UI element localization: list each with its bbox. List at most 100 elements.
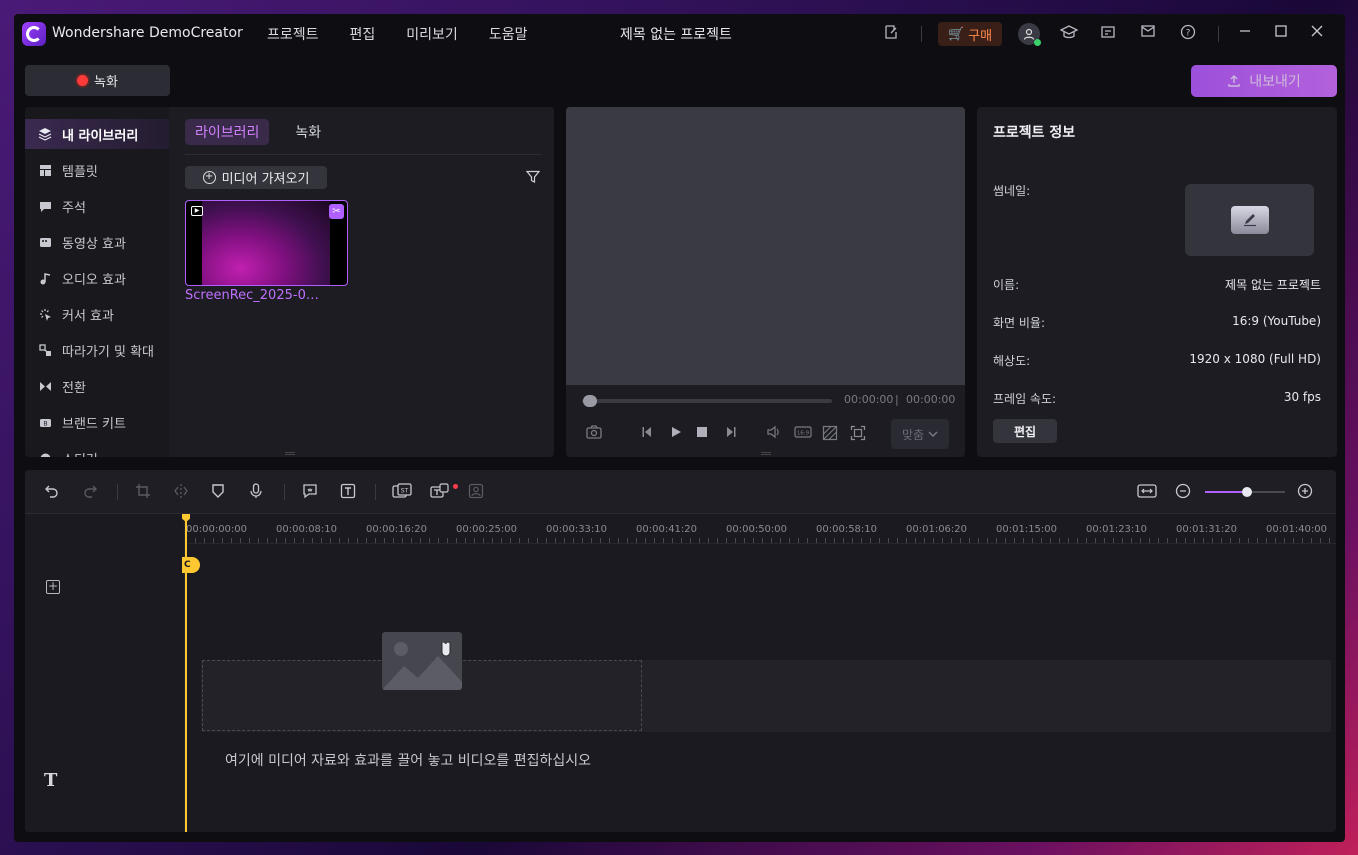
frame-rate-label: 프레임 속도: <box>993 392 1057 406</box>
play-icon[interactable] <box>669 425 687 443</box>
sidebar-item-cursor-effects[interactable]: 커서 효과 <box>25 299 169 329</box>
subtitle-icon[interactable]: ST <box>392 483 412 501</box>
safe-zone-icon[interactable] <box>822 425 840 443</box>
separator <box>117 484 118 500</box>
fit-timeline-icon[interactable] <box>1137 483 1157 501</box>
media-file-name: ScreenRec_2025-0… <box>185 288 319 303</box>
resolution-value: 1920 x 1080 (Full HD) <box>1189 352 1321 366</box>
playhead-marker-tag[interactable]: C <box>182 557 200 573</box>
thumbnail-label: 썸네일: <box>993 184 1031 198</box>
edit-project-button[interactable]: 편집 <box>993 419 1057 443</box>
export-button[interactable]: 내보내기 <box>1191 65 1337 97</box>
sidebar-item-label: 주석 <box>62 200 86 216</box>
record-button[interactable]: 녹화 <box>25 65 170 96</box>
preview-panel: 00:00:00 | 00:00:00 16:9 맞춤 <box>566 107 965 457</box>
previous-frame-icon[interactable] <box>641 425 659 443</box>
user-avatar-icon[interactable] <box>1018 23 1041 46</box>
marker-shield-icon[interactable] <box>211 483 229 501</box>
sidebar-item-annotation[interactable]: 주석 <box>25 191 169 221</box>
export-icon <box>1227 74 1241 88</box>
record-dot-icon <box>77 75 89 86</box>
zoom-out-icon[interactable] <box>1175 483 1193 501</box>
menu-preview[interactable]: 미리보기 <box>406 24 458 44</box>
fullscreen-icon[interactable] <box>850 425 868 443</box>
zoom-slider-fill <box>1205 491 1247 493</box>
sidebar-item-my-library[interactable]: 내 라이브러리 <box>25 119 169 149</box>
menu-help[interactable]: 도움말 <box>489 24 528 44</box>
microphone-icon[interactable] <box>249 483 267 501</box>
menu-edit[interactable]: 편집 <box>350 24 376 44</box>
aspect-ratio-value: 16:9 (YouTube) <box>1232 314 1321 328</box>
graduation-cap-icon[interactable] <box>1060 24 1080 44</box>
sidebar-item-audio-effects[interactable]: 오디오 효과 <box>25 263 169 293</box>
close-icon[interactable] <box>1310 24 1330 44</box>
sidebar-item-zoom-follow[interactable]: 따라가기 및 확대 <box>25 335 169 365</box>
import-media-button[interactable]: + 미디어 가져오기 <box>185 166 327 189</box>
pencil-icon <box>1230 206 1269 234</box>
stop-icon[interactable] <box>695 425 713 443</box>
aspect-ratio-icon[interactable]: 16:9 <box>794 425 812 443</box>
media-thumbnail[interactable]: ▶ ✂ <box>185 200 348 286</box>
divider <box>185 154 542 155</box>
edit-badge-icon: ✂ <box>329 204 344 219</box>
sidebar-item-transitions[interactable]: 전환 <box>25 371 169 401</box>
volume-icon[interactable] <box>766 425 784 443</box>
feedback-icon[interactable] <box>883 24 903 44</box>
zoom-in-icon[interactable] <box>1297 483 1315 501</box>
video-effect-icon <box>38 235 52 249</box>
sidebar-item-label: 전환 <box>62 380 86 396</box>
panel-resize-handle[interactable] <box>284 452 295 455</box>
ruler-ticks <box>186 538 1336 543</box>
audio-effect-icon <box>38 271 52 285</box>
tab-recordings[interactable]: 녹화 <box>285 119 331 145</box>
task-list-icon[interactable] <box>1100 24 1120 44</box>
template-icon <box>38 163 52 177</box>
filter-icon[interactable] <box>526 170 540 184</box>
add-track-icon[interactable]: + <box>46 580 60 594</box>
sidebar-item-video-effects[interactable]: 동영상 효과 <box>25 227 169 257</box>
split-icon[interactable] <box>173 483 191 501</box>
brand-kit-icon: B <box>38 415 52 429</box>
tab-library[interactable]: 라이브러리 <box>185 119 270 145</box>
sidebar-item-stickers[interactable]: 스티커 <box>25 443 169 457</box>
panel-resize-handle[interactable] <box>760 452 771 455</box>
fit-dropdown[interactable]: 맞춤 <box>891 419 949 449</box>
svg-text:16:9: 16:9 <box>797 431 810 437</box>
zoom-slider-handle[interactable] <box>1241 487 1252 497</box>
sidebar-item-brand-kit[interactable]: B 브랜드 키트 <box>25 407 169 437</box>
minimize-icon[interactable] <box>1238 24 1258 44</box>
maximize-icon[interactable] <box>1274 24 1294 44</box>
avatar-presenter-icon[interactable] <box>468 483 486 501</box>
ruler-time-label: 00:00:00:00 <box>186 524 248 535</box>
buy-label: 구매 <box>968 28 993 44</box>
text-to-speech-icon[interactable] <box>430 483 449 501</box>
text-box-icon[interactable] <box>340 483 358 501</box>
ruler-time-label: 00:00:41:20 <box>636 524 698 535</box>
next-frame-icon[interactable] <box>723 425 741 443</box>
crop-icon[interactable] <box>135 483 153 501</box>
seek-bar[interactable] <box>582 399 832 403</box>
undo-icon[interactable] <box>44 483 62 501</box>
mail-icon[interactable] <box>1140 24 1160 44</box>
separator <box>284 484 285 500</box>
total-time: 00:00:00 <box>906 393 956 406</box>
buy-button[interactable]: 🛒 구매 <box>938 22 1002 46</box>
timeline-ruler[interactable]: 00:00:00:00 00:00:08:10 00:00:16:20 00:00:2… <box>186 514 1336 544</box>
library-sidebar: 내 라이브러리 템플릿 주석 동영상 효과 오디오 효과 커서 효과 따라가기 … <box>25 107 169 457</box>
export-label: 내보내기 <box>1249 74 1301 90</box>
project-thumbnail[interactable] <box>1185 184 1314 256</box>
separator <box>375 484 376 500</box>
help-icon[interactable]: ? <box>1180 24 1200 44</box>
svg-text:ST: ST <box>401 488 409 495</box>
library-panel: 내 라이브러리 템플릿 주석 동영상 효과 오디오 효과 커서 효과 따라가기 … <box>25 107 554 457</box>
sidebar-item-templates[interactable]: 템플릿 <box>25 155 169 185</box>
speech-bubble-icon[interactable] <box>302 483 320 501</box>
ruler-time-label: 00:01:06:20 <box>906 524 968 535</box>
snapshot-camera-icon[interactable] <box>586 425 604 443</box>
redo-icon[interactable] <box>82 483 100 501</box>
menu-project[interactable]: 프로젝트 <box>267 24 319 44</box>
ruler-time-label: 00:01:31:20 <box>1176 524 1238 535</box>
cursor-effect-icon <box>38 307 52 321</box>
sidebar-item-label: 내 라이브러리 <box>62 128 139 144</box>
seek-handle[interactable] <box>583 395 597 407</box>
